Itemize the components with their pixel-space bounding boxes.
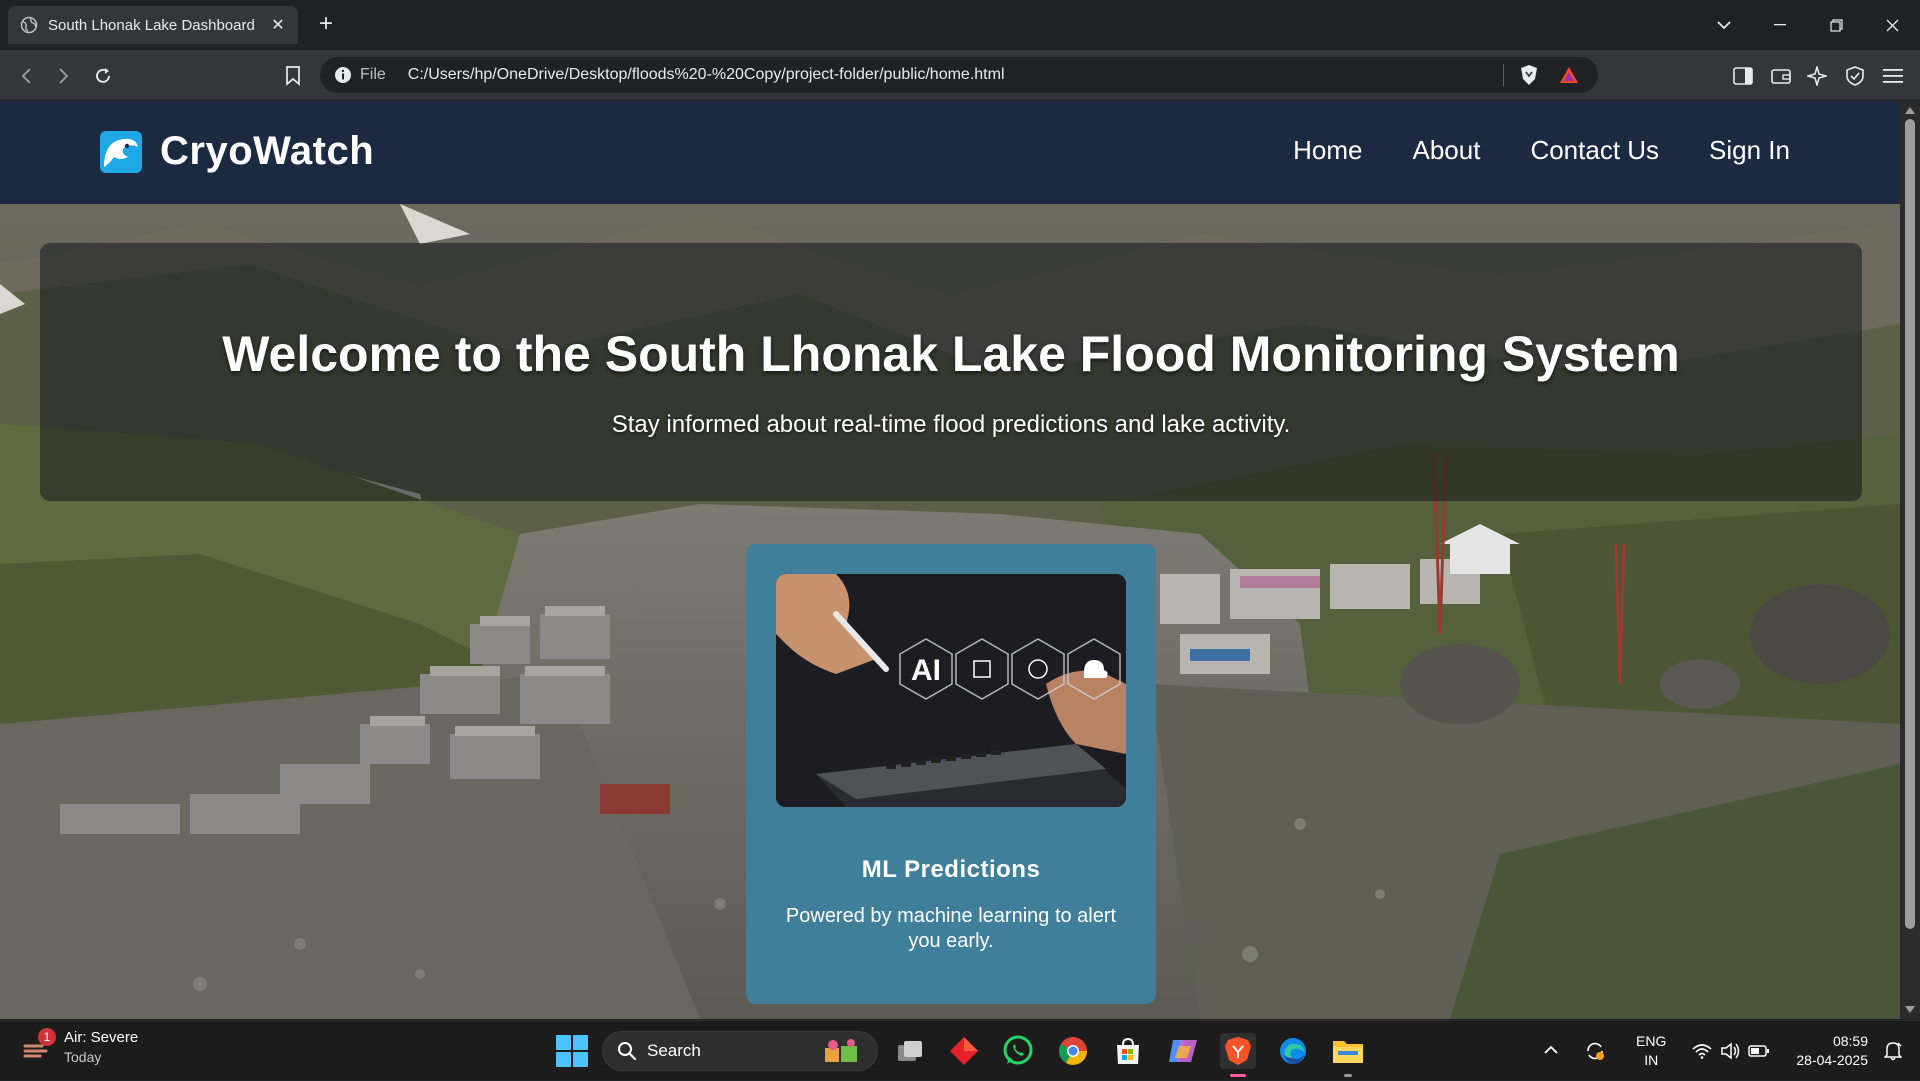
new-tab-button[interactable]: + xyxy=(312,10,340,38)
url-text[interactable]: C:/Users/hp/OneDrive/Desktop/floods%20-%… xyxy=(408,66,1503,84)
close-window-icon[interactable] xyxy=(1864,0,1920,50)
weather-subtitle: Today xyxy=(64,1049,102,1065)
wallet-icon[interactable] xyxy=(1768,63,1794,89)
running-app-indicator xyxy=(1344,1074,1352,1077)
browser-tab[interactable]: South Lhonak Lake Dashboard ✕ xyxy=(8,6,298,44)
ai-laptop-image: AI xyxy=(776,574,1126,807)
copilot-icon[interactable] xyxy=(1165,1033,1201,1069)
microsoft-store-icon[interactable] xyxy=(1110,1033,1146,1069)
browser-tab-strip: South Lhonak Lake Dashboard ✕ + xyxy=(0,0,1920,50)
search-label: Search xyxy=(647,1041,701,1060)
battery-icon[interactable] xyxy=(1748,1044,1770,1058)
scroll-up-arrow-icon[interactable] xyxy=(1905,107,1915,114)
menu-icon[interactable] xyxy=(1880,63,1906,89)
welcome-title: Welcome to the South Lhonak Lake Flood M… xyxy=(222,326,1680,382)
brand-name: CryoWatch xyxy=(160,129,375,173)
card-description: Powered by machine learning to alert you… xyxy=(785,905,1117,952)
address-bar[interactable]: File C:/Users/hp/OneDrive/Desktop/floods… xyxy=(320,57,1598,93)
sidebar-toggle-icon[interactable] xyxy=(1730,63,1756,89)
omnibox-divider xyxy=(1503,64,1504,86)
volume-icon[interactable] xyxy=(1720,1042,1740,1060)
brave-shields-icon[interactable] xyxy=(1518,64,1540,86)
language-code: ENG xyxy=(1636,1033,1667,1049)
tab-search-chevron-icon[interactable] xyxy=(1696,0,1752,50)
chrome-icon[interactable] xyxy=(1055,1033,1091,1069)
page-scrollbar[interactable] xyxy=(1900,101,1920,1019)
show-hidden-icons-chevron-icon[interactable] xyxy=(1544,1042,1558,1060)
language-indicator[interactable]: ENG IN xyxy=(1636,1032,1666,1070)
browser-toolbar: File C:/Users/hp/OneDrive/Desktop/floods… xyxy=(0,50,1920,100)
nav-contact-link[interactable]: Contact Us xyxy=(1530,135,1659,166)
edge-icon[interactable] xyxy=(1275,1033,1311,1069)
app-diamond-icon[interactable] xyxy=(946,1033,982,1069)
weather-widget[interactable]: 1 Air: Severe Today xyxy=(22,1028,139,1065)
sync-icon[interactable] xyxy=(1584,1040,1606,1062)
nav-home-link[interactable]: Home xyxy=(1293,135,1362,166)
active-app-indicator xyxy=(1230,1074,1246,1077)
wifi-icon[interactable] xyxy=(1692,1043,1712,1059)
forward-arrow-icon[interactable] xyxy=(50,63,76,89)
scrollbar-thumb[interactable] xyxy=(1905,119,1915,929)
notification-bell-icon[interactable] xyxy=(1884,1041,1902,1061)
main-nav: Home About Contact Us Sign In xyxy=(1243,135,1790,166)
brand[interactable]: CryoWatch xyxy=(100,129,374,174)
reload-icon[interactable] xyxy=(90,63,116,89)
ml-predictions-card[interactable]: AI ML Predictions Powered by machine lea… xyxy=(746,544,1156,1004)
tab-title: South Lhonak Lake Dashboard xyxy=(48,16,255,34)
brave-browser-icon[interactable] xyxy=(1220,1033,1256,1077)
welcome-banner: Welcome to the South Lhonak Lake Flood M… xyxy=(40,243,1862,501)
search-icon xyxy=(618,1042,637,1061)
bookmark-icon[interactable] xyxy=(280,63,306,89)
clock[interactable]: 08:59 28-04-2025 xyxy=(1796,1032,1868,1070)
taskbar-search[interactable]: Search xyxy=(602,1031,878,1071)
info-icon[interactable] xyxy=(334,66,352,84)
search-highlight-icon xyxy=(825,1039,857,1062)
restore-icon[interactable] xyxy=(1808,0,1864,50)
page-viewport: CryoWatch Home About Contact Us Sign In xyxy=(0,101,1900,1019)
system-tray: ENG IN 08:59 28-04-2025 xyxy=(1544,1021,1920,1081)
ai-image-label: AI xyxy=(911,654,941,687)
task-view-icon[interactable] xyxy=(892,1033,928,1069)
site-header: CryoWatch Home About Contact Us Sign In xyxy=(0,101,1900,204)
clock-time: 08:59 xyxy=(1832,1033,1868,1049)
clock-date: 28-04-2025 xyxy=(1796,1052,1868,1068)
vpn-shield-icon[interactable] xyxy=(1842,63,1868,89)
windows-start-icon[interactable] xyxy=(556,1035,588,1067)
file-explorer-icon[interactable] xyxy=(1330,1033,1366,1077)
globe-icon xyxy=(20,16,38,34)
back-arrow-icon[interactable] xyxy=(14,63,40,89)
card-title: ML Predictions xyxy=(861,856,1041,883)
scroll-down-arrow-icon[interactable] xyxy=(1905,1006,1915,1013)
wave-logo-icon xyxy=(100,130,142,173)
minimize-icon[interactable] xyxy=(1752,0,1808,50)
weather-title: Air: Severe xyxy=(64,1029,139,1046)
nav-about-link[interactable]: About xyxy=(1412,135,1480,166)
welcome-subtitle: Stay informed about real-time flood pred… xyxy=(611,411,1291,438)
windows-taskbar: 1 Air: Severe Today Search ENG IN 08:59 … xyxy=(0,1020,1920,1080)
nav-signin-link[interactable]: Sign In xyxy=(1709,135,1790,166)
leo-ai-icon[interactable] xyxy=(1804,63,1830,89)
window-controls xyxy=(1696,0,1920,50)
brave-rewards-icon[interactable] xyxy=(1558,64,1580,86)
file-scheme-label: File xyxy=(360,66,386,83)
air-quality-icon: 1 xyxy=(22,1028,56,1064)
notification-badge: 1 xyxy=(38,1028,56,1046)
close-tab-icon[interactable]: ✕ xyxy=(268,15,288,35)
region-code: IN xyxy=(1644,1052,1659,1068)
whatsapp-icon[interactable] xyxy=(1000,1033,1036,1069)
